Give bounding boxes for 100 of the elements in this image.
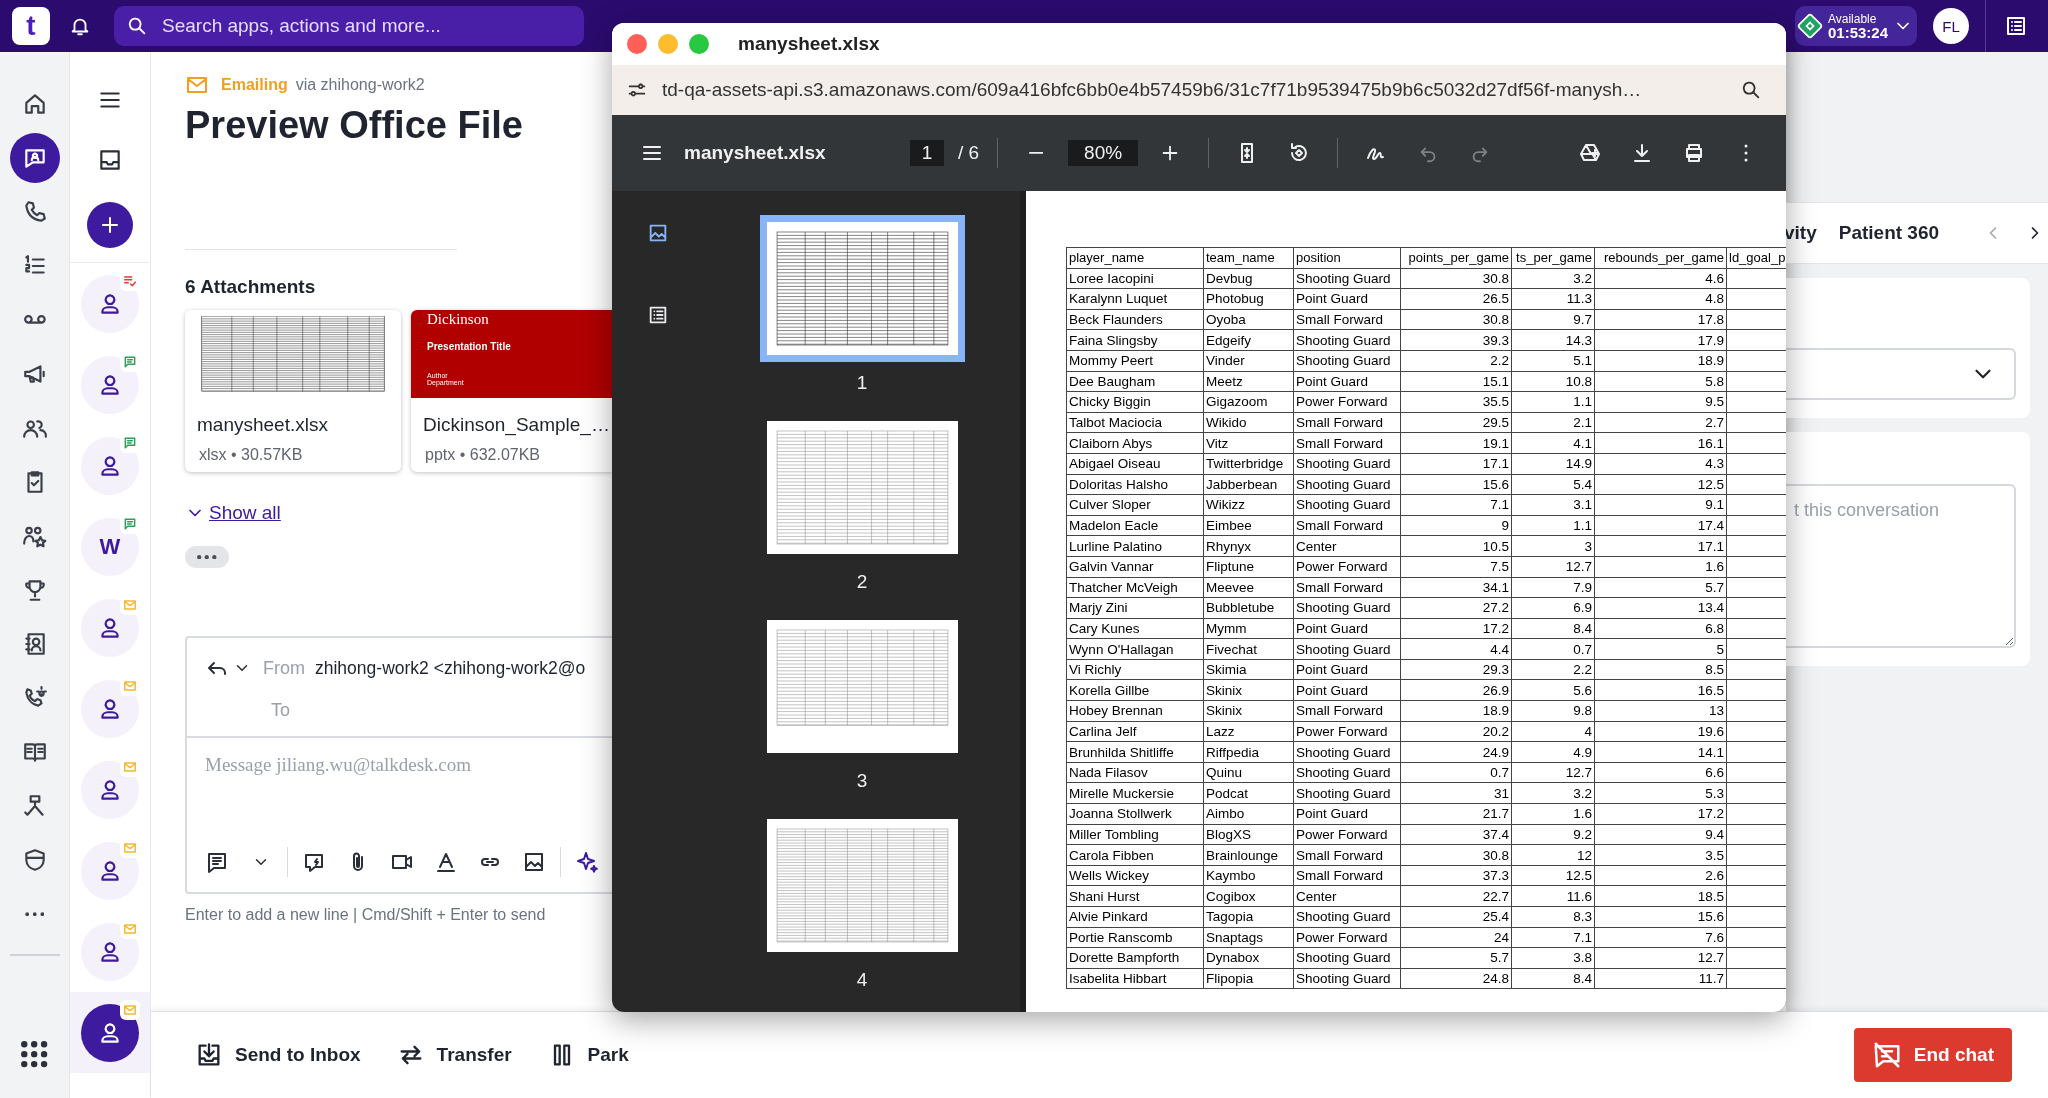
table-cell: Madelon Eacle: [1069, 518, 1159, 533]
table-cell: 6.9: [1573, 600, 1592, 616]
table-cell: 2.6: [1705, 868, 1724, 884]
page-number-field[interactable]: 1: [910, 140, 944, 166]
more-button[interactable]: [185, 546, 229, 568]
url-text[interactable]: td-qa-assets-api.s3.amazonaws.com/609a416bfc6bb0e4b57459b6/31c7f71b9539475b9b6c5032d27df56f-manysh…: [662, 79, 1642, 101]
table-cell: 3.8: [1573, 950, 1592, 966]
table-cell: Culver Sloper: [1069, 497, 1151, 513]
page-number: 3: [856, 770, 868, 792]
table-cell: 4.8: [1705, 291, 1724, 307]
status-selector[interactable]: Available 01:53:24: [1794, 6, 1917, 46]
column-header: ts_per_game: [1511, 247, 1595, 269]
table-cell: 30.8: [1482, 312, 1509, 328]
table-cell: 14.1: [1697, 744, 1724, 760]
table-cell: Flipopia: [1206, 971, 1254, 987]
voicemail-icon: [22, 315, 47, 325]
table-cell: 20.2: [1482, 723, 1509, 739]
table-cell: Wikizz: [1206, 497, 1245, 513]
apps-grid-icon: [20, 1039, 49, 1069]
page-count: / 6: [958, 142, 980, 164]
table-cell: Power Forward: [1296, 826, 1388, 842]
table-cell: Riffpedia: [1206, 744, 1260, 760]
table-cell: 10.8: [1565, 373, 1592, 389]
table-cell: Claiborn Abys: [1069, 435, 1153, 451]
action-button[interactable]: Park: [547, 1041, 629, 1069]
table-cell: Bubbletube: [1206, 600, 1275, 616]
table-cell: Chicky Biggin: [1069, 394, 1151, 410]
table-cell: 16.5: [1697, 682, 1724, 698]
table-cell: 5.4: [1573, 476, 1592, 492]
conversation-avatar[interactable]: [81, 1003, 139, 1062]
table-cell: Fliptune: [1206, 559, 1255, 575]
table-cell: Small Forward: [1296, 415, 1384, 431]
table-cell: 34.1: [1482, 579, 1509, 595]
table-cell: Eimbee: [1206, 518, 1252, 533]
table-cell: Point Guard: [1296, 373, 1369, 389]
panel-tab[interactable]: vity: [1784, 222, 1817, 244]
table-cell: 9.7: [1573, 312, 1592, 328]
table-cell: 17.1: [1482, 456, 1509, 472]
close-button[interactable]: [627, 34, 647, 54]
table-cell: 1.6: [1705, 559, 1724, 575]
new-conversation-button[interactable]: [87, 202, 133, 248]
dropdown-field[interactable]: [1786, 348, 2016, 400]
nav-button[interactable]: [9, 133, 60, 183]
column-header: player_name: [1066, 247, 1204, 269]
zoom-field[interactable]: 80%: [1068, 140, 1139, 166]
end-chat-button[interactable]: End chat: [1853, 1028, 2012, 1082]
table-cell: Dynabox: [1206, 950, 1260, 966]
status-timer: 01:53:24: [1827, 24, 1888, 40]
table-cell: Dorette Bampforth: [1069, 950, 1180, 966]
more-icon: [24, 911, 45, 917]
show-all-link[interactable]: Show all: [185, 502, 281, 524]
table-cell: Karalynn Luquet: [1069, 291, 1168, 307]
action-button[interactable]: Transfer: [396, 1041, 512, 1069]
table-cell: Meevee: [1206, 579, 1255, 595]
table-cell: 5: [1716, 641, 1724, 657]
app-logo[interactable]: t: [12, 7, 50, 45]
table-cell: 17.8: [1697, 312, 1724, 328]
table-cell: 19.6: [1697, 723, 1724, 739]
search-input[interactable]: Search apps, actions and more...: [160, 14, 572, 38]
table-cell: Thatcher McVeigh: [1069, 579, 1178, 595]
table-cell: 8.3: [1573, 909, 1592, 925]
action-button[interactable]: Send to Inbox: [195, 1041, 361, 1069]
table-cell: Vi Richly: [1069, 662, 1122, 678]
search-field[interactable]: Search apps, actions and more...: [114, 6, 584, 46]
composer-hint: Enter to add a new line | Cmd/Shift + Enter to send: [185, 906, 547, 924]
page-thumbnail[interactable]: [759, 215, 965, 362]
table-cell: 39.3: [1482, 332, 1509, 348]
table-cell: Wikido: [1206, 415, 1247, 431]
panel-tab[interactable]: Patient 360: [1838, 222, 1940, 244]
table-cell: Power Forward: [1296, 929, 1388, 945]
user-avatar[interactable]: FL: [1933, 8, 1969, 44]
table-cell: Jabberbean: [1206, 476, 1278, 492]
table-cell: Shooting Guard: [1296, 744, 1391, 760]
attachment-card[interactable]: manysheet.xlsx xlsx • 30.57KB: [185, 310, 401, 472]
table-cell: Center: [1296, 538, 1337, 554]
kebab-menu-icon: [1744, 144, 1748, 162]
table-cell: Kaymbo: [1206, 868, 1256, 884]
conversation-avatar[interactable]: W: [81, 517, 139, 576]
text-color-icon: [434, 850, 458, 874]
table-cell: Quinu: [1206, 765, 1243, 781]
side-panel-icon: [2004, 14, 2028, 38]
table-cell: Skinix: [1206, 703, 1242, 719]
minus-icon: [1028, 152, 1044, 154]
table-cell: 4.1: [1573, 435, 1592, 451]
table-cell: 18.9: [1482, 703, 1509, 719]
table-cell: Small Forward: [1296, 847, 1384, 863]
table-cell: Podcat: [1206, 785, 1249, 801]
table-cell: 21.7: [1482, 806, 1509, 822]
notes-field[interactable]: t this conversation: [1786, 484, 2016, 648]
file-meta: xlsx • 30.57KB: [199, 446, 304, 464]
table-cell: 37.3: [1482, 868, 1509, 884]
table-cell: 12.5: [1565, 868, 1592, 884]
email-composer[interactable]: From zhihong-work2 <zhihong-work2@o To Message jiliang.wu@talkdesk.com: [185, 636, 613, 894]
window-title: manysheet.xlsx: [738, 33, 880, 55]
table-cell: Marjy Zini: [1069, 600, 1128, 616]
table-cell: Power Forward: [1296, 559, 1388, 575]
table-cell: Vinder: [1206, 353, 1245, 369]
avatar-initial: W: [99, 533, 121, 560]
table-cell: Point Guard: [1296, 291, 1369, 307]
table-cell: 1.1: [1573, 394, 1592, 410]
